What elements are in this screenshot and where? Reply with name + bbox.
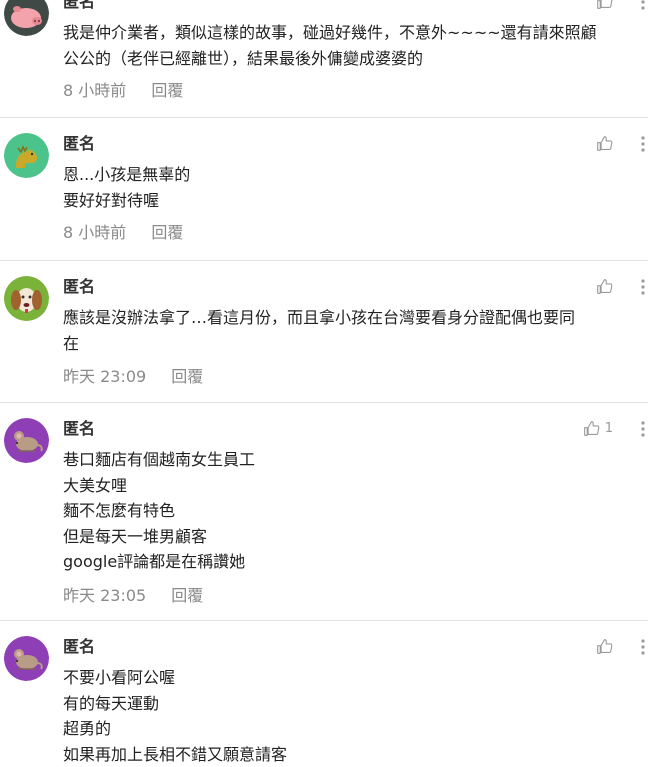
comment-text-line: 超勇的 bbox=[63, 719, 112, 738]
thumbs-up-icon bbox=[597, 0, 613, 9]
reply-button[interactable]: 回覆 bbox=[151, 77, 183, 101]
comment-text-line: 有的每天運動 bbox=[63, 693, 160, 713]
comment-timestamp: 昨天 23:05 bbox=[63, 586, 147, 605]
comment-item: 匿名 巷口麵店有個越南女生員工 大美女哩 麵不怎麼有特色 但是每天一堆男顧客 g… bbox=[0, 402, 648, 621]
comment-body: 恩...小孩是無辜的 要好好對待喔 bbox=[63, 162, 648, 213]
comment-timestamp: 8 小時前 bbox=[63, 223, 127, 242]
thumbs-up-icon bbox=[597, 136, 613, 151]
more-options-icon[interactable] bbox=[640, 421, 646, 437]
comment-timestamp: 昨天 23:09 bbox=[63, 367, 147, 386]
like-button[interactable]: 1 bbox=[583, 420, 613, 437]
comment-meta: 8 小時前 回覆 bbox=[63, 219, 183, 243]
like-count: 1 bbox=[604, 421, 613, 436]
comment-body: 不要小看阿公喔 有的每天運動 超勇的 如果再加上長相不錯又願意請客 bbox=[63, 665, 648, 767]
more-options-icon[interactable] bbox=[640, 0, 646, 10]
comment-body: 應該是沒辦法拿了…看這月份，而且拿小孩在台灣要看身分證配偶也要同 在 bbox=[63, 305, 648, 356]
more-options-icon[interactable] bbox=[640, 639, 646, 655]
comment-text-line: 要好好對待喔 bbox=[63, 190, 160, 210]
comment-body: 我是仲介業者，類似這樣的故事，碰過好幾件，不意外~~~~還有請來照顧 公公的（老… bbox=[63, 20, 648, 71]
comment-text-line: 但是每天一堆男顧客 bbox=[63, 526, 208, 546]
comment-author: 匿名 bbox=[63, 277, 96, 296]
reply-button[interactable]: 回覆 bbox=[151, 219, 183, 243]
rat-avatar-icon[interactable] bbox=[4, 636, 49, 681]
comment-feed: 匿名 我是仲介業者，類似這樣的故事，碰過好幾件，不意外~~~~還有請來照顧 公公… bbox=[0, 0, 648, 767]
like-button[interactable] bbox=[596, 135, 613, 152]
comment-text-line: 應該是沒辦法拿了…看這月份，而且拿小孩在台灣要看身分證配偶也要同 bbox=[63, 308, 576, 327]
comment-author: 匿名 bbox=[63, 134, 96, 153]
dragon-avatar-icon[interactable] bbox=[4, 133, 49, 178]
more-options-icon[interactable] bbox=[640, 279, 646, 295]
comment-text-line: 恩...小孩是無辜的 bbox=[63, 165, 191, 184]
like-button[interactable] bbox=[596, 0, 613, 10]
like-button[interactable] bbox=[596, 278, 613, 295]
comment-author: 匿名 bbox=[63, 0, 96, 11]
comment-text-line: 在 bbox=[63, 333, 80, 353]
comment-item: 匿名 我是仲介業者，類似這樣的故事，碰過好幾件，不意外~~~~還有請來照顧 公公… bbox=[0, 0, 648, 118]
comment-text-line: 麵不怎麼有特色 bbox=[63, 501, 176, 520]
comment-item: 匿名 恩...小孩是無辜的 要好好對待喔 8 小時前 回覆 bbox=[0, 117, 648, 261]
comment-text-line: 如果再加上長相不錯又願意請客 bbox=[63, 744, 288, 764]
comment-text-line: google評論都是在稱讚她 bbox=[63, 552, 246, 571]
thumbs-up-icon bbox=[597, 639, 613, 654]
comment-meta: 昨天 23:09 回覆 bbox=[63, 363, 203, 387]
comment-text-line: 我是仲介業者，類似這樣的故事，碰過好幾件，不意外~~~~還有請來照顧 bbox=[63, 23, 597, 42]
like-button[interactable] bbox=[596, 638, 613, 655]
comment-meta: 昨天 23:05 回覆 bbox=[63, 582, 203, 606]
comment-text-line: 公公的（老伴已經離世），結果最後外傭變成婆婆的 bbox=[63, 48, 424, 68]
comment-author: 匿名 bbox=[63, 419, 96, 438]
more-options-icon[interactable] bbox=[640, 136, 646, 152]
pig-avatar-icon[interactable] bbox=[4, 0, 49, 36]
comment-item: 匿名 應該是沒辦法拿了…看這月份，而且拿小孩在台灣要看身分證配偶也要同 在 昨天… bbox=[0, 260, 648, 403]
rat-avatar-icon[interactable] bbox=[4, 418, 49, 463]
thumbs-up-icon bbox=[583, 421, 600, 436]
comment-item: 匿名 不要小看阿公喔 有的每天運動 超勇的 如果再加上長相不錯又願意請客 bbox=[0, 620, 648, 767]
thumbs-up-icon bbox=[597, 279, 613, 294]
reply-button[interactable]: 回覆 bbox=[171, 363, 203, 387]
comment-text-line: 不要小看阿公喔 bbox=[63, 668, 176, 687]
comment-meta: 8 小時前 回覆 bbox=[63, 77, 183, 101]
comment-timestamp: 8 小時前 bbox=[63, 81, 127, 100]
comment-author: 匿名 bbox=[63, 637, 96, 656]
comment-body: 巷口麵店有個越南女生員工 大美女哩 麵不怎麼有特色 但是每天一堆男顧客 goog… bbox=[63, 447, 648, 575]
comment-text-line: 巷口麵店有個越南女生員工 bbox=[63, 450, 256, 469]
comment-text-line: 大美女哩 bbox=[63, 475, 128, 495]
dog-avatar-icon[interactable] bbox=[4, 276, 49, 321]
reply-button[interactable]: 回覆 bbox=[171, 582, 203, 606]
